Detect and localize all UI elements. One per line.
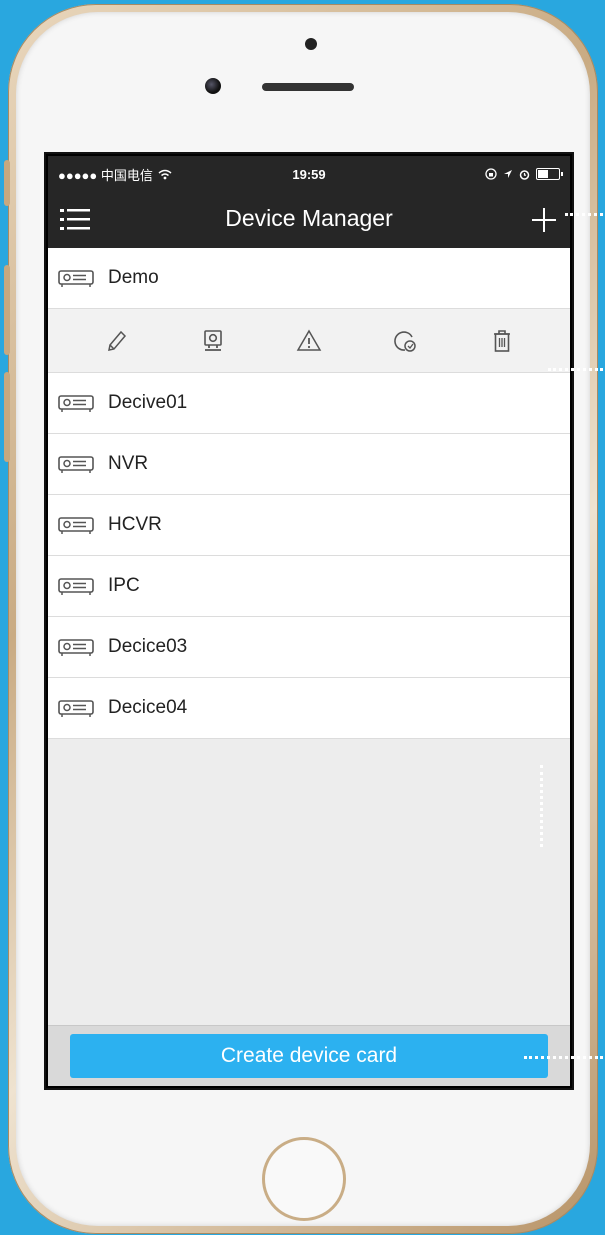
device-name: Decice04 xyxy=(108,697,188,718)
status-time: 19:59 xyxy=(292,166,326,182)
device-icon xyxy=(58,395,94,412)
device-icon xyxy=(58,456,94,473)
device-name: Decive01 xyxy=(108,392,188,413)
front-sensor xyxy=(305,38,317,50)
device-name: IPC xyxy=(108,575,140,596)
device-name: Decice03 xyxy=(108,636,188,657)
device-action-bar xyxy=(48,309,570,373)
device-list: Demo Decive01 NVR HCVR IPC Decice03 Deci… xyxy=(48,248,570,739)
device-name: Demo xyxy=(108,267,159,288)
device-icon xyxy=(58,578,94,595)
app-view: ●●●●● 中国电信 19:59 Device Manager Demo Dec… xyxy=(48,156,570,1086)
orientation-lock-icon xyxy=(485,168,497,180)
side-button-volume-up xyxy=(4,265,10,355)
nav-bar: Device Manager xyxy=(48,192,570,248)
side-button-mute xyxy=(4,160,10,206)
carrier-label: ●●●●● 中国电信 xyxy=(58,167,153,183)
bottom-bar: Create device card xyxy=(48,1025,570,1086)
add-device-icon[interactable] xyxy=(528,204,560,236)
device-icon xyxy=(58,639,94,656)
side-button-volume-down xyxy=(4,372,10,462)
screen: ●●●●● 中国电信 19:59 Device Manager Demo Dec… xyxy=(44,152,574,1090)
device-row-decice04[interactable]: Decice04 xyxy=(48,678,570,739)
device-row-decice03[interactable]: Decice03 xyxy=(48,617,570,678)
device-row-nvr[interactable]: NVR xyxy=(48,434,570,495)
front-camera xyxy=(205,78,221,94)
device-name: NVR xyxy=(108,453,149,474)
camera-icon[interactable] xyxy=(200,328,226,354)
refresh-icon[interactable] xyxy=(392,328,418,354)
device-row-decive01[interactable]: Decive01 xyxy=(48,373,570,434)
trash-icon[interactable] xyxy=(489,328,515,354)
device-row-hcvr[interactable]: HCVR xyxy=(48,495,570,556)
callout-line-add xyxy=(565,213,603,216)
home-button[interactable] xyxy=(262,1137,346,1221)
device-row-ipc[interactable]: IPC xyxy=(48,556,570,617)
alarm-icon xyxy=(519,169,530,180)
earpiece-speaker xyxy=(262,83,354,91)
device-icon xyxy=(58,700,94,717)
callout-line-list xyxy=(540,765,543,847)
device-icon xyxy=(58,270,94,287)
device-icon xyxy=(58,517,94,534)
edit-icon[interactable] xyxy=(103,328,129,354)
status-right xyxy=(393,168,563,180)
callout-line-create xyxy=(524,1056,603,1059)
callout-line-actions xyxy=(548,368,603,371)
status-bar: ●●●●● 中国电信 19:59 xyxy=(48,156,570,192)
device-name: HCVR xyxy=(108,514,162,535)
page-title: Device Manager xyxy=(225,205,393,231)
warning-icon[interactable] xyxy=(296,328,322,354)
wifi-icon xyxy=(158,169,172,179)
location-icon xyxy=(503,170,512,178)
device-row-demo[interactable]: Demo xyxy=(48,248,570,309)
create-device-card-button[interactable]: Create device card xyxy=(70,1034,548,1078)
status-left: ●●●●● 中国电信 xyxy=(58,165,225,184)
battery-icon xyxy=(535,168,563,180)
